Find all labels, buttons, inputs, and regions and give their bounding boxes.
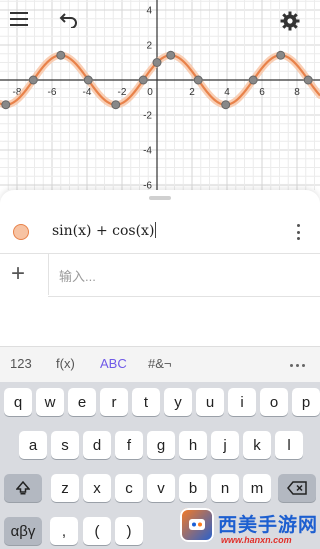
tab-123[interactable]: 123 — [10, 356, 32, 371]
key-l[interactable]: l — [275, 431, 303, 459]
tab-symbols[interactable]: #&¬ — [148, 356, 172, 371]
key-z[interactable]: z — [51, 474, 79, 502]
special-point — [166, 50, 176, 60]
key-open-paren[interactable]: ( — [83, 517, 111, 545]
special-point — [248, 75, 258, 85]
x-tick-label: 8 — [294, 87, 300, 98]
special-point — [1, 100, 11, 110]
y-tick-label: 2 — [146, 41, 152, 52]
graph-view[interactable]: -8 -6 -4 -2 0 2 4 6 8 4 2 -2 -4 -6 — [0, 0, 320, 190]
tab-abc[interactable]: ABC — [100, 356, 127, 371]
visibility-toggle-icon[interactable] — [13, 224, 29, 240]
key-o[interactable]: o — [260, 388, 288, 416]
special-point — [303, 75, 313, 85]
key-c[interactable]: c — [115, 474, 143, 502]
key-x[interactable]: x — [83, 474, 111, 502]
key-r[interactable]: r — [100, 388, 128, 416]
y-tick-label: -4 — [143, 146, 152, 157]
keyboard-tabs: 123 f(x) ABC #&¬ — [0, 346, 320, 382]
backspace-key-icon[interactable] — [278, 474, 316, 502]
key-w[interactable]: w — [36, 388, 64, 416]
watermark-text: 西美手游网 — [218, 515, 319, 536]
key-d[interactable]: d — [83, 431, 111, 459]
special-point — [193, 75, 203, 85]
x-tick-label: 0 — [147, 87, 153, 98]
x-tick-label: 4 — [224, 87, 230, 98]
divider — [48, 296, 320, 297]
x-tick-label: 2 — [189, 87, 195, 98]
key-close-paren[interactable]: ) — [115, 517, 143, 545]
special-point — [111, 100, 121, 110]
expression-text: sin(x) + cos(x) — [52, 223, 155, 239]
y-tick-label: -2 — [143, 111, 152, 122]
key-m[interactable]: m — [243, 474, 271, 502]
key-g[interactable]: g — [147, 431, 175, 459]
algebra-row-expression[interactable]: sin(x) + cos(x) — [0, 212, 320, 250]
key-p[interactable]: p — [292, 388, 320, 416]
x-tick-label: -2 — [118, 87, 127, 98]
key-h[interactable]: h — [179, 431, 207, 459]
expression-input[interactable]: sin(x) + cos(x) — [52, 222, 157, 239]
key-v[interactable]: v — [147, 474, 175, 502]
more-vert-icon[interactable] — [290, 222, 306, 242]
y-tick-label: 4 — [146, 6, 152, 17]
key-f[interactable]: f — [115, 431, 143, 459]
text-caret — [155, 222, 157, 238]
key-k[interactable]: k — [243, 431, 271, 459]
special-point — [138, 75, 148, 85]
special-point — [56, 50, 66, 60]
more-horiz-icon[interactable] — [290, 364, 305, 367]
add-icon[interactable]: + — [11, 260, 25, 288]
watermark-logo-icon — [180, 508, 214, 542]
menu-icon[interactable] — [10, 12, 40, 42]
key-n[interactable]: n — [211, 474, 239, 502]
settings-icon[interactable] — [280, 11, 310, 41]
y-tick-label: -6 — [143, 181, 152, 191]
algebra-row-input[interactable]: + 输入... — [0, 254, 320, 296]
key-t[interactable]: t — [132, 388, 160, 416]
key-greek[interactable]: αβγ — [4, 517, 42, 545]
graph-canvas[interactable]: -8 -6 -4 -2 0 2 4 6 842-2-4-6 — [0, 0, 320, 190]
key-s[interactable]: s — [51, 431, 79, 459]
input-field[interactable]: 输入... — [48, 254, 320, 295]
watermark: 西美手游网 www.hanxn.com — [178, 506, 320, 549]
key-b[interactable]: b — [179, 474, 207, 502]
special-point — [28, 75, 38, 85]
key-j[interactable]: j — [211, 431, 239, 459]
undo-icon[interactable] — [59, 12, 89, 42]
key-e[interactable]: e — [68, 388, 96, 416]
drag-handle[interactable] — [149, 196, 171, 200]
key-i[interactable]: i — [228, 388, 256, 416]
key-y[interactable]: y — [164, 388, 192, 416]
special-point — [276, 50, 286, 60]
watermark-url: www.hanxn.com — [221, 535, 292, 545]
key-comma[interactable]: , — [50, 517, 78, 545]
special-point — [152, 58, 162, 67]
input-placeholder: 输入... — [59, 269, 96, 284]
x-tick-label: -6 — [48, 87, 57, 98]
key-q[interactable]: q — [4, 388, 32, 416]
tab-functions[interactable]: f(x) — [56, 356, 75, 371]
special-point — [83, 75, 93, 85]
key-u[interactable]: u — [196, 388, 224, 416]
key-a[interactable]: a — [19, 431, 47, 459]
x-tick-label: 6 — [259, 87, 265, 98]
special-point — [221, 100, 231, 110]
shift-key-icon[interactable] — [4, 474, 42, 502]
